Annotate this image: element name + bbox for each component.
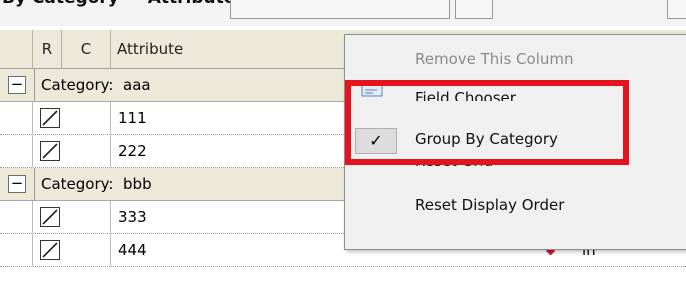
- top-toolbar-strip: By Category — Attribute: [0, 0, 686, 26]
- menu-item-reset-display-order[interactable]: Reset Display Order: [345, 185, 686, 225]
- group-prefix: Category:: [41, 175, 114, 193]
- group-name: aaa: [123, 76, 151, 94]
- column-divider: [32, 234, 33, 266]
- column-divider: [110, 102, 111, 134]
- row-checkbox[interactable]: [40, 207, 60, 227]
- column-divider: [110, 135, 111, 167]
- column-divider: [32, 135, 33, 167]
- column-divider: [110, 201, 111, 233]
- column-divider: [32, 102, 33, 134]
- group-name: bbb: [123, 175, 152, 193]
- toolbar-title: By Category — Attribute: [2, 0, 235, 8]
- attribute-value: 111: [118, 109, 147, 127]
- column-header-r[interactable]: R: [33, 30, 62, 68]
- slash-mark-icon: [42, 242, 58, 258]
- menu-item-label: Remove This Column: [415, 50, 574, 68]
- menu-item-label: Reset Display Order: [415, 196, 565, 214]
- group-label: Category: aaa: [34, 69, 151, 101]
- column-divider: [110, 234, 111, 266]
- column-header-c[interactable]: C: [62, 30, 111, 68]
- collapse-icon[interactable]: −: [8, 175, 26, 193]
- toolbar-button-right[interactable]: [667, 0, 686, 19]
- column-divider: [32, 201, 33, 233]
- annotation-highlight-box: [345, 80, 629, 165]
- group-prefix: Category:: [41, 76, 114, 94]
- header-lead-cell: [0, 30, 33, 68]
- row-checkbox[interactable]: [40, 141, 60, 161]
- attribute-value: 333: [118, 208, 147, 226]
- collapse-icon[interactable]: −: [8, 76, 26, 94]
- row-checkbox[interactable]: [40, 240, 60, 260]
- toolbar-dropdown[interactable]: [230, 0, 450, 19]
- group-label: Category: bbb: [34, 168, 152, 200]
- row-checkbox[interactable]: [40, 108, 60, 128]
- slash-mark-icon: [42, 110, 58, 126]
- attribute-value: 222: [118, 142, 147, 160]
- toolbar-button[interactable]: [455, 0, 493, 19]
- attribute-value: 444: [118, 241, 147, 259]
- slash-mark-icon: [42, 143, 58, 159]
- slash-mark-icon: [42, 209, 58, 225]
- menu-item-remove-column[interactable]: Remove This Column: [345, 39, 686, 79]
